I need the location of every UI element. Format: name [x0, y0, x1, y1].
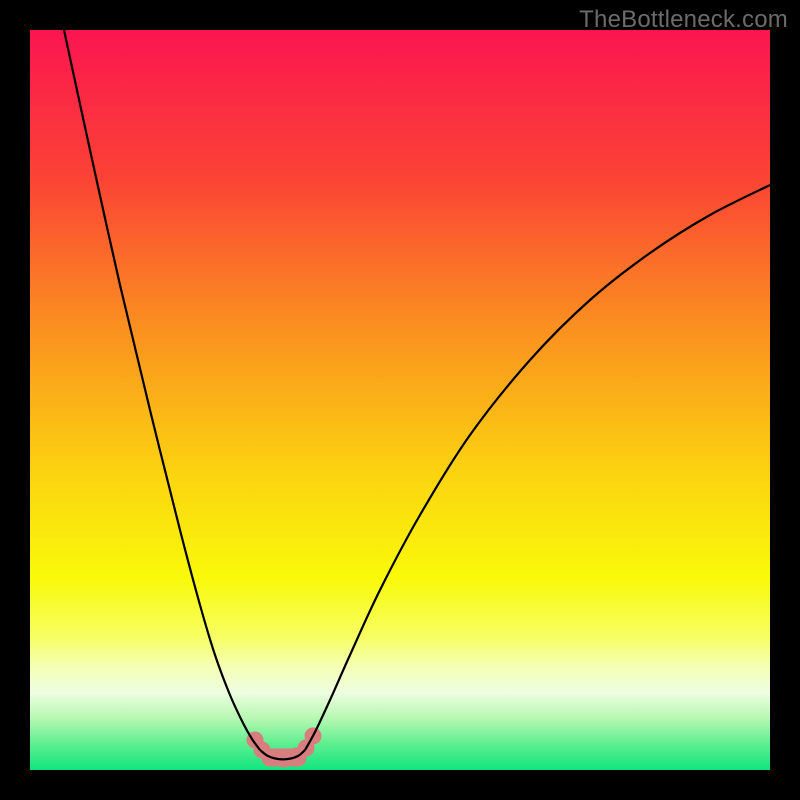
curve-left: [64, 30, 260, 750]
plot-frame: [30, 30, 770, 770]
plot-curves: [30, 30, 770, 770]
watermark-text: TheBottleneck.com: [579, 6, 788, 34]
curve-right: [305, 185, 770, 750]
